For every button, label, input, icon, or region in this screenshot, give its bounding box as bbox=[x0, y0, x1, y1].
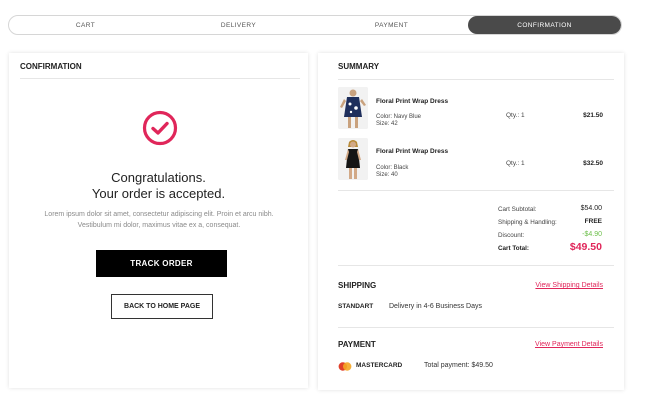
payment-description: Total payment: $49.50 bbox=[424, 362, 493, 369]
step-payment[interactable]: PAYMENT bbox=[315, 16, 468, 34]
product-name[interactable]: Floral Print Wrap Dress bbox=[376, 98, 448, 105]
confirmation-heading: CONFIRMATION bbox=[20, 62, 82, 71]
congrats-title: Congratulations. bbox=[111, 170, 206, 185]
product-image[interactable] bbox=[338, 138, 368, 180]
product-name[interactable]: Floral Print Wrap Dress bbox=[376, 148, 448, 155]
shipping-label: Shipping & Handling: bbox=[498, 219, 557, 226]
confirmation-panel: CONFIRMATION Congratulations. Your order… bbox=[9, 53, 308, 388]
discount-value: -$4.90 bbox=[582, 231, 602, 238]
product-size: Size: 40 bbox=[376, 172, 398, 178]
check-circle-icon bbox=[142, 110, 178, 146]
divider bbox=[20, 78, 300, 79]
mastercard-icon bbox=[338, 362, 352, 371]
summary-panel: SUMMARY Floral Print Wrap Dress Color: N… bbox=[318, 53, 624, 390]
subtotal-label: Cart Subtotal: bbox=[498, 206, 537, 213]
step-delivery[interactable]: DELIVERY bbox=[162, 16, 315, 34]
summary-heading: SUMMARY bbox=[338, 62, 380, 71]
product-price: $32.50 bbox=[583, 160, 603, 167]
back-to-home-button[interactable]: BACK TO HOME PAGE bbox=[111, 294, 213, 319]
step-cart[interactable]: CART bbox=[9, 16, 162, 34]
confirmation-message: Lorem ipsum dolor sit amet, consectetur … bbox=[44, 211, 274, 229]
shipping-heading: SHIPPING bbox=[338, 281, 377, 290]
dress-black-image bbox=[338, 138, 368, 180]
discount-label: Discount: bbox=[498, 232, 525, 239]
divider bbox=[338, 265, 614, 266]
view-shipping-details-link[interactable]: View Shipping Details bbox=[535, 282, 603, 289]
checkout-steps: CART DELIVERY PAYMENT CONFIRMATION bbox=[8, 15, 622, 35]
payment-method: MASTERCARD bbox=[356, 362, 403, 369]
dress-navy-image bbox=[338, 87, 368, 129]
payment-heading: PAYMENT bbox=[338, 340, 376, 349]
track-order-button[interactable]: TRACK ORDER bbox=[96, 250, 227, 277]
shipping-method: STANDART bbox=[338, 303, 374, 310]
shipping-description: Delivery in 4-6 Business Days bbox=[389, 303, 482, 310]
divider bbox=[338, 190, 614, 191]
product-image[interactable] bbox=[338, 87, 368, 129]
product-qty: Qty.: 1 bbox=[506, 160, 525, 167]
total-label: Cart Total: bbox=[498, 245, 530, 252]
product-qty: Qty.: 1 bbox=[506, 112, 525, 119]
divider bbox=[338, 79, 614, 80]
subtotal-value: $54.00 bbox=[580, 205, 602, 212]
view-payment-details-link[interactable]: View Payment Details bbox=[535, 341, 603, 348]
product-price: $21.50 bbox=[583, 112, 603, 119]
step-confirmation[interactable]: CONFIRMATION bbox=[468, 16, 621, 34]
total-value: $49.50 bbox=[569, 241, 602, 253]
shipping-value: FREE bbox=[584, 218, 602, 225]
order-accepted-text: Your order is accepted. bbox=[91, 186, 226, 201]
divider bbox=[338, 327, 614, 328]
product-size: Size: 42 bbox=[376, 121, 398, 127]
